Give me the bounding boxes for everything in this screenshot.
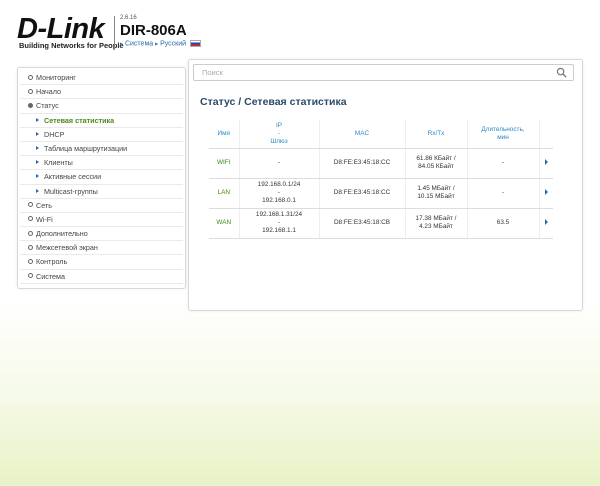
chevron-right-icon: ▸ <box>155 41 159 48</box>
circle-icon <box>28 244 33 250</box>
column-header-action <box>539 120 553 149</box>
header: D-Link Building Networks for People 2.6.… <box>17 14 587 54</box>
table-row[interactable]: WAN 192.168.1.31/24 - 192.168.1.1 D8:FE:… <box>209 208 553 239</box>
search-icon[interactable] <box>556 67 567 78</box>
column-header-duration: Длительность, мин <box>467 120 540 149</box>
sidebar-item-wifi[interactable]: Wi-Fi <box>20 213 183 228</box>
circle-icon <box>28 230 33 236</box>
row-expand-button[interactable] <box>539 208 553 239</box>
search-placeholder: Поиск <box>202 68 223 77</box>
firmware-version: 2.6.16 <box>120 15 137 21</box>
duration-cell: - <box>467 148 540 179</box>
sidebar-item-monitoring[interactable]: Мониторинг <box>20 71 183 86</box>
circle-icon <box>28 259 33 265</box>
sidebar-item-network[interactable]: Сеть <box>20 199 183 213</box>
circle-icon <box>28 88 33 94</box>
chevron-right-icon: ▸ <box>120 41 124 48</box>
duration-cell: - <box>467 178 540 209</box>
sidebar-item-clients[interactable]: Клиенты <box>20 156 183 171</box>
page-title: Статус / Сетевая статистика <box>200 96 347 108</box>
sidebar-item-network-stats[interactable]: Сетевая статистика <box>20 114 183 128</box>
ip-cell: 192.168.1.31/24 - 192.168.1.1 <box>239 208 320 239</box>
header-divider <box>114 16 115 50</box>
duration-cell: 63.5 <box>467 208 540 239</box>
triangle-right-icon <box>36 188 39 193</box>
interface-name: LAN <box>209 178 240 209</box>
logo-tagline: Building Networks for People <box>19 41 124 50</box>
triangle-right-icon <box>36 160 39 165</box>
circle-icon <box>28 74 33 80</box>
header-links: ▸ Система ▸ Русский <box>120 40 202 48</box>
mac-cell: D8:FE:E3:45:18:CC <box>319 148 406 179</box>
circle-icon <box>28 216 33 222</box>
dlink-logo[interactable]: D-Link <box>17 14 105 44</box>
sidebar-item-multicast[interactable]: Multicast-группы <box>20 185 183 199</box>
triangle-right-icon <box>36 117 39 122</box>
column-header-ip: IP - Шлюз <box>239 120 320 149</box>
sidebar-item-status[interactable]: Статус <box>20 99 183 114</box>
circle-icon <box>28 202 33 208</box>
search-input[interactable]: Поиск <box>193 64 574 81</box>
sidebar-item-active-sessions[interactable]: Активные сессии <box>20 170 183 185</box>
circle-icon <box>28 102 33 108</box>
column-header-rxtx: Rx/Tx <box>405 120 468 149</box>
sidebar-item-start[interactable]: Начало <box>20 85 183 100</box>
table-row[interactable]: LAN 192.168.0.1/24 - 192.168.0.1 D8:FE:E… <box>209 178 553 209</box>
mac-cell: D8:FE:E3:45:18:CB <box>319 208 406 239</box>
table-header-row: Имя IP - Шлюз MAC Rx/Tx Длительность, ми… <box>209 120 553 149</box>
ip-cell: - <box>239 148 320 179</box>
mac-cell: D8:FE:E3:45:18:CC <box>319 178 406 209</box>
rxtx-cell: 17.38 МБайт / 4.23 МБайт <box>405 208 468 239</box>
sidebar-item-control[interactable]: Контроль <box>20 255 183 270</box>
sidebar-item-firewall[interactable]: Межсетевой экран <box>20 241 183 256</box>
triangle-right-icon <box>544 218 548 225</box>
table-row[interactable]: WIFI - D8:FE:E3:45:18:CC 61.86 КБайт / 8… <box>209 148 553 179</box>
rxtx-cell: 1.45 МБайт / 10.15 МБайт <box>405 178 468 209</box>
sidebar-item-advanced[interactable]: Дополнительно <box>20 227 183 242</box>
network-stats-table: Имя IP - Шлюз MAC Rx/Tx Длительность, ми… <box>209 120 553 239</box>
language-menu-link[interactable]: Русский <box>160 40 186 47</box>
interface-name: WIFI <box>209 148 240 179</box>
main-panel: Поиск Статус / Сетевая статистика Имя IP… <box>188 59 583 311</box>
triangle-right-icon <box>36 131 39 136</box>
row-expand-button[interactable] <box>539 178 553 209</box>
rxtx-cell: 61.86 КБайт / 84.05 КБайт <box>405 148 468 179</box>
column-header-name: Имя <box>209 120 240 149</box>
triangle-right-icon <box>36 146 39 151</box>
system-menu-link[interactable]: Система <box>125 40 153 47</box>
triangle-right-icon <box>36 174 39 179</box>
sidebar-menu: Мониторинг Начало Статус Сетевая статист… <box>17 67 186 289</box>
triangle-right-icon <box>544 158 548 165</box>
device-model: DIR-806A <box>120 22 187 39</box>
russia-flag-icon <box>190 40 202 47</box>
circle-icon <box>28 273 33 279</box>
row-expand-button[interactable] <box>539 148 553 179</box>
column-header-mac: MAC <box>319 120 406 149</box>
sidebar-item-routing-table[interactable]: Таблица маршрутизации <box>20 142 183 157</box>
sidebar-item-dhcp[interactable]: DHCP <box>20 128 183 142</box>
triangle-right-icon <box>544 188 548 195</box>
sidebar-item-system[interactable]: Система <box>20 270 183 284</box>
interface-name: WAN <box>209 208 240 239</box>
ip-cell: 192.168.0.1/24 - 192.168.0.1 <box>239 178 320 209</box>
